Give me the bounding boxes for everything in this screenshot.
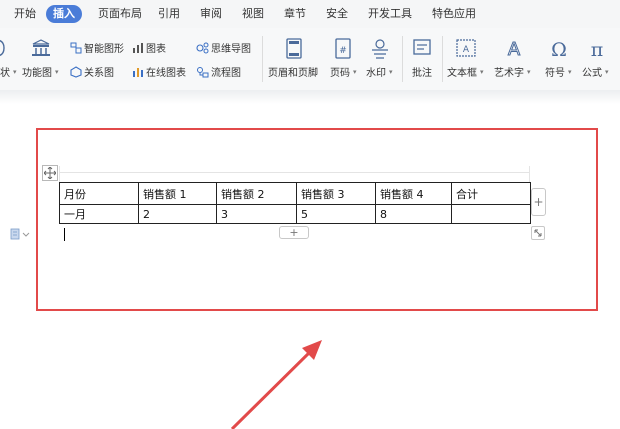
annotation-arrow-icon <box>230 340 322 429</box>
